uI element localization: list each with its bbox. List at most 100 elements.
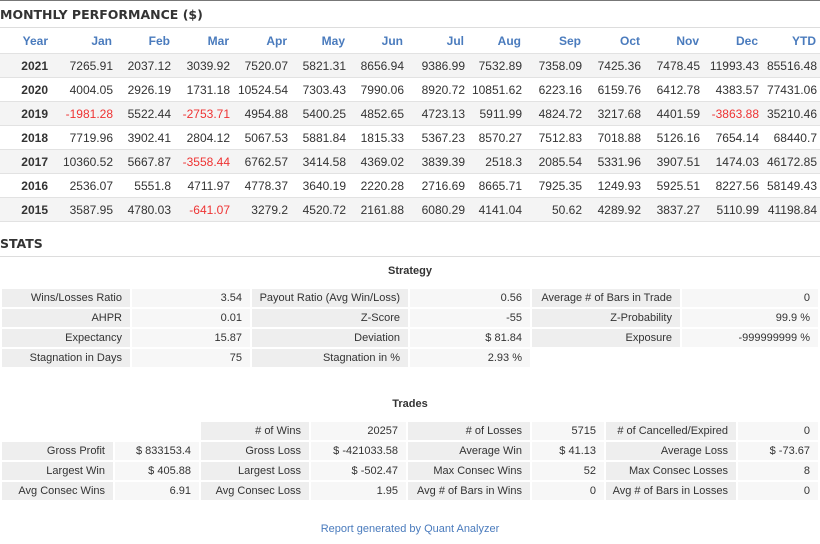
month-value-cell: 7425.36 [585,53,644,78]
stat-label: Z-Score [252,309,408,327]
month-value-cell: 5067.53 [233,125,291,150]
trades-subtitle: Trades [392,398,428,410]
stat-label: # of Cancelled/Expired [606,422,736,440]
stat-label: Payout Ratio (Avg Win/Loss) [252,289,408,307]
month-value-cell: 3839.39 [407,149,468,174]
month-value-cell: 4004.05 [52,77,116,102]
year-cell: 2019 [0,101,52,126]
month-value-cell: 2804.12 [174,125,233,150]
stat-value: $ 81.84 [410,329,530,347]
month-value-cell: 4383.57 [703,77,762,102]
month-value-cell: 3640.19 [291,173,349,198]
month-value-cell: -2753.71 [174,101,233,126]
column-header-jun: Jun [381,33,403,48]
month-value-cell: 3414.58 [291,149,349,174]
month-value-cell: 2085.54 [525,149,585,174]
stat-label: Z-Probability [532,309,680,327]
ytd-cell: 35210.46 [762,101,820,126]
stat-value: -999999999 % [682,329,818,347]
ytd-cell: 58149.43 [762,173,820,198]
stat-value: 52 [532,462,604,480]
table-row: 2021 7265.91 2037.12 3039.92 7520.07 5821.31 8… [0,53,820,78]
stat-value: 15.87 [132,329,250,347]
year-cell: 2016 [0,173,52,198]
month-value-cell: 4289.92 [585,197,644,222]
stat-value: 0 [532,482,604,500]
month-value-cell: 6412.78 [644,77,703,102]
month-value-cell: -3558.44 [174,149,233,174]
month-value-cell: 6159.76 [585,77,644,102]
stat-value: 6.91 [115,482,199,500]
month-value-cell: 5551.8 [116,173,174,198]
month-value-cell: 7512.83 [525,125,585,150]
stat-label: Expectancy [2,329,130,347]
stat-label: Max Consec Losses [606,462,736,480]
column-header-feb: Feb [148,33,170,48]
stat-value: 0.56 [410,289,530,307]
table-row: 2018 7719.96 3902.41 2804.12 5067.53 5881.84 1… [0,125,820,150]
month-value-cell: 2518.3 [468,149,525,174]
stat-label: # of Wins [201,422,309,440]
column-header-mar: Mar [207,33,229,48]
month-value-cell: 7478.45 [644,53,703,78]
month-value-cell: 1249.93 [585,173,644,198]
column-header-apr: Apr [266,33,287,48]
month-value-cell: 5667.87 [116,149,174,174]
column-header-nov: Nov [676,33,699,48]
stat-value: 99.9 % [682,309,818,327]
month-value-cell: 3217.68 [585,101,644,126]
column-header-dec: Dec [735,33,758,48]
stat-value: $ -73.67 [738,442,818,460]
month-value-cell: 7719.96 [52,125,116,150]
month-value-cell: 4711.97 [174,173,233,198]
month-value-cell: -3863.88 [703,101,762,126]
stat-value: $ 41.13 [532,442,604,460]
month-value-cell: 2536.07 [52,173,116,198]
column-header-jan: Jan [91,33,112,48]
month-value-cell: 8665.71 [468,173,525,198]
stat-label: Avg Consec Wins [2,482,113,500]
month-value-cell: -641.07 [174,197,233,222]
month-value-cell: 3907.51 [644,149,703,174]
month-value-cell: 4141.04 [468,197,525,222]
stats-title: STATS [0,236,43,251]
stat-label: Wins/Losses Ratio [2,289,130,307]
month-value-cell: 2926.19 [116,77,174,102]
stat-label: Avg # of Bars in Losses [606,482,736,500]
month-value-cell: 2220.28 [349,173,407,198]
month-value-cell: 5331.96 [585,149,644,174]
column-header-year: Year [22,33,48,48]
stat-label: Average Win [408,442,530,460]
stat-value: 20257 [311,422,406,440]
stat-value: 2.93 % [410,349,530,367]
stat-label: Gross Loss [201,442,309,460]
month-value-cell: 2716.69 [407,173,468,198]
month-value-cell: 4401.59 [644,101,703,126]
stat-label: Largest Win [2,462,113,480]
stat-label: Largest Loss [201,462,309,480]
stat-value: 5715 [532,422,604,440]
month-value-cell: 7654.14 [703,125,762,150]
stat-value: 3.54 [132,289,250,307]
table-row: 2016 2536.07 5551.8 4711.97 4778.37 3640.19 22… [0,173,820,198]
stat-value: $ 833153.4 [115,442,199,460]
ytd-cell: 46172.85 [762,149,820,174]
month-value-cell: 4852.65 [349,101,407,126]
month-value-cell: 4778.37 [233,173,291,198]
stat-label: AHPR [2,309,130,327]
month-value-cell: 3279.2 [233,197,291,222]
stat-label: # of Losses [408,422,530,440]
month-value-cell: 5911.99 [468,101,525,126]
column-header-jul: Jul [446,33,464,48]
month-value-cell: 1731.18 [174,77,233,102]
month-value-cell: 7520.07 [233,53,291,78]
month-value-cell: 4824.72 [525,101,585,126]
month-value-cell: 8920.72 [407,77,468,102]
monthly-performance-title: MONTHLY PERFORMANCE ($) [0,7,203,22]
report-footer: Report generated by Quant Analyzer [320,523,500,535]
stat-value: $ -421033.58 [311,442,406,460]
stat-label: Average # of Bars in Trade [532,289,680,307]
month-value-cell: 3039.92 [174,53,233,78]
month-value-cell: 6223.16 [525,77,585,102]
monthly-header-row: Year Jan Feb Mar Apr May Jun Jul Aug Sep Oct Nov Dec… [0,28,820,54]
